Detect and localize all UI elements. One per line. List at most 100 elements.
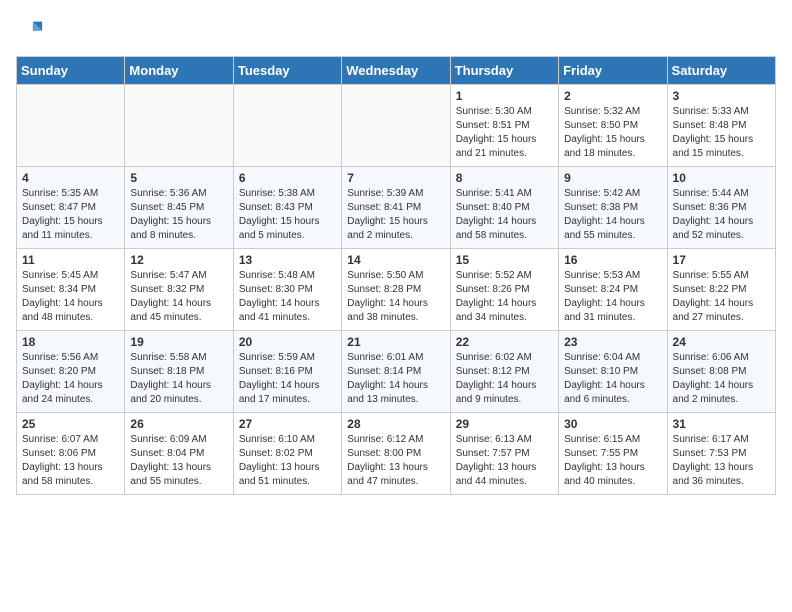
calendar-cell: 25Sunrise: 6:07 AM Sunset: 8:06 PM Dayli… <box>17 413 125 495</box>
day-info: Sunrise: 6:07 AM Sunset: 8:06 PM Dayligh… <box>22 433 119 489</box>
day-info: Sunrise: 5:42 AM Sunset: 8:38 PM Dayligh… <box>564 187 661 243</box>
day-number: 21 <box>347 335 444 349</box>
calendar-cell: 19 Sunrise: 5:58 AM Sunset: 8:18 PM Dayli… <box>125 331 233 413</box>
day-info: Sunrise: 5:35 AM Sunset: 8:47 PM Dayligh… <box>22 187 119 243</box>
calendar-cell: 9 Sunrise: 5:42 AM Sunset: 8:38 PM Daylig… <box>559 167 667 249</box>
day-info: Sunrise: 6:15 AM Sunset: 7:55 PM Dayligh… <box>564 433 661 489</box>
day-number: 7 <box>347 171 444 185</box>
weekday-header: Thursday <box>450 57 558 85</box>
day-info: Sunrise: 6:01 AM Sunset: 8:14 PM Dayligh… <box>347 351 444 407</box>
logo <box>16 16 48 44</box>
day-info: Sunrise: 5:45 AM Sunset: 8:34 PM Dayligh… <box>22 269 119 325</box>
calendar-cell: 8 Sunrise: 5:41 AM Sunset: 8:40 PM Daylig… <box>450 167 558 249</box>
calendar-cell <box>125 85 233 167</box>
day-number: 12 <box>130 253 227 267</box>
calendar-cell: 20 Sunrise: 5:59 AM Sunset: 8:16 PM Dayli… <box>233 331 341 413</box>
day-number: 23 <box>564 335 661 349</box>
calendar-cell: 16Sunrise: 5:53 AM Sunset: 8:24 PM Dayli… <box>559 249 667 331</box>
calendar-week-row: 11 Sunrise: 5:45 AM Sunset: 8:34 PM Dayli… <box>17 249 776 331</box>
day-number: 11 <box>22 253 119 267</box>
calendar-cell <box>17 85 125 167</box>
day-info: Sunrise: 5:30 AM Sunset: 8:51 PM Dayligh… <box>456 105 553 161</box>
weekday-header: Tuesday <box>233 57 341 85</box>
day-info: Sunrise: 6:12 AM Sunset: 8:00 PM Dayligh… <box>347 433 444 489</box>
calendar-cell: 15 Sunrise: 5:52 AM Sunset: 8:26 PM Dayli… <box>450 249 558 331</box>
day-info: Sunrise: 5:55 AM Sunset: 8:22 PM Dayligh… <box>673 269 770 325</box>
day-info: Sunrise: 6:10 AM Sunset: 8:02 PM Dayligh… <box>239 433 336 489</box>
day-info: Sunrise: 5:52 AM Sunset: 8:26 PM Dayligh… <box>456 269 553 325</box>
calendar-cell <box>342 85 450 167</box>
weekday-header: Saturday <box>667 57 775 85</box>
day-info: Sunrise: 5:47 AM Sunset: 8:32 PM Dayligh… <box>130 269 227 325</box>
day-info: Sunrise: 6:02 AM Sunset: 8:12 PM Dayligh… <box>456 351 553 407</box>
day-info: Sunrise: 5:36 AM Sunset: 8:45 PM Dayligh… <box>130 187 227 243</box>
weekday-header: Wednesday <box>342 57 450 85</box>
day-number: 28 <box>347 417 444 431</box>
calendar-table: SundayMondayTuesdayWednesdayThursdayFrid… <box>16 56 776 495</box>
weekday-header: Monday <box>125 57 233 85</box>
day-info: Sunrise: 6:04 AM Sunset: 8:10 PM Dayligh… <box>564 351 661 407</box>
day-number: 3 <box>673 89 770 103</box>
day-number: 9 <box>564 171 661 185</box>
day-number: 16 <box>564 253 661 267</box>
calendar-cell: 22 Sunrise: 6:02 AM Sunset: 8:12 PM Dayli… <box>450 331 558 413</box>
day-number: 27 <box>239 417 336 431</box>
day-number: 17 <box>673 253 770 267</box>
calendar-cell: 31 Sunrise: 6:17 AM Sunset: 7:53 PM Dayli… <box>667 413 775 495</box>
day-info: Sunrise: 5:41 AM Sunset: 8:40 PM Dayligh… <box>456 187 553 243</box>
day-number: 2 <box>564 89 661 103</box>
calendar-cell <box>233 85 341 167</box>
calendar-week-row: 25Sunrise: 6:07 AM Sunset: 8:06 PM Dayli… <box>17 413 776 495</box>
calendar-week-row: 4 Sunrise: 5:35 AM Sunset: 8:47 PM Daylig… <box>17 167 776 249</box>
calendar-cell: 4 Sunrise: 5:35 AM Sunset: 8:47 PM Daylig… <box>17 167 125 249</box>
calendar-cell: 12 Sunrise: 5:47 AM Sunset: 8:32 PM Dayli… <box>125 249 233 331</box>
day-info: Sunrise: 5:44 AM Sunset: 8:36 PM Dayligh… <box>673 187 770 243</box>
day-info: Sunrise: 5:56 AM Sunset: 8:20 PM Dayligh… <box>22 351 119 407</box>
calendar-week-row: 1 Sunrise: 5:30 AM Sunset: 8:51 PM Daylig… <box>17 85 776 167</box>
calendar-cell: 29Sunrise: 6:13 AM Sunset: 7:57 PM Dayli… <box>450 413 558 495</box>
day-number: 26 <box>130 417 227 431</box>
calendar-cell: 17 Sunrise: 5:55 AM Sunset: 8:22 PM Dayli… <box>667 249 775 331</box>
calendar-cell: 23 Sunrise: 6:04 AM Sunset: 8:10 PM Dayli… <box>559 331 667 413</box>
day-number: 14 <box>347 253 444 267</box>
day-number: 19 <box>130 335 227 349</box>
calendar-cell: 10 Sunrise: 5:44 AM Sunset: 8:36 PM Dayli… <box>667 167 775 249</box>
calendar-cell: 27 Sunrise: 6:10 AM Sunset: 8:02 PM Dayli… <box>233 413 341 495</box>
day-number: 6 <box>239 171 336 185</box>
calendar-week-row: 18Sunrise: 5:56 AM Sunset: 8:20 PM Dayli… <box>17 331 776 413</box>
day-number: 13 <box>239 253 336 267</box>
calendar-body: 1 Sunrise: 5:30 AM Sunset: 8:51 PM Daylig… <box>17 85 776 495</box>
calendar-cell: 24 Sunrise: 6:06 AM Sunset: 8:08 PM Dayli… <box>667 331 775 413</box>
day-info: Sunrise: 6:17 AM Sunset: 7:53 PM Dayligh… <box>673 433 770 489</box>
day-number: 22 <box>456 335 553 349</box>
day-number: 15 <box>456 253 553 267</box>
calendar-cell: 1 Sunrise: 5:30 AM Sunset: 8:51 PM Daylig… <box>450 85 558 167</box>
day-info: Sunrise: 5:59 AM Sunset: 8:16 PM Dayligh… <box>239 351 336 407</box>
day-number: 29 <box>456 417 553 431</box>
weekday-header: Sunday <box>17 57 125 85</box>
day-number: 1 <box>456 89 553 103</box>
calendar-cell: 2Sunrise: 5:32 AM Sunset: 8:50 PM Daylig… <box>559 85 667 167</box>
calendar-header-row: SundayMondayTuesdayWednesdayThursdayFrid… <box>17 57 776 85</box>
calendar-cell: 3 Sunrise: 5:33 AM Sunset: 8:48 PM Daylig… <box>667 85 775 167</box>
calendar-cell: 14 Sunrise: 5:50 AM Sunset: 8:28 PM Dayli… <box>342 249 450 331</box>
day-info: Sunrise: 5:38 AM Sunset: 8:43 PM Dayligh… <box>239 187 336 243</box>
day-number: 31 <box>673 417 770 431</box>
calendar-cell: 11 Sunrise: 5:45 AM Sunset: 8:34 PM Dayli… <box>17 249 125 331</box>
day-number: 24 <box>673 335 770 349</box>
day-info: Sunrise: 6:06 AM Sunset: 8:08 PM Dayligh… <box>673 351 770 407</box>
day-number: 5 <box>130 171 227 185</box>
day-info: Sunrise: 5:39 AM Sunset: 8:41 PM Dayligh… <box>347 187 444 243</box>
day-number: 8 <box>456 171 553 185</box>
logo-icon <box>16 16 44 44</box>
calendar-cell: 21 Sunrise: 6:01 AM Sunset: 8:14 PM Dayli… <box>342 331 450 413</box>
day-info: Sunrise: 5:33 AM Sunset: 8:48 PM Dayligh… <box>673 105 770 161</box>
day-number: 10 <box>673 171 770 185</box>
calendar-cell: 5 Sunrise: 5:36 AM Sunset: 8:45 PM Daylig… <box>125 167 233 249</box>
day-number: 20 <box>239 335 336 349</box>
day-number: 4 <box>22 171 119 185</box>
day-info: Sunrise: 5:50 AM Sunset: 8:28 PM Dayligh… <box>347 269 444 325</box>
weekday-header: Friday <box>559 57 667 85</box>
day-info: Sunrise: 5:58 AM Sunset: 8:18 PM Dayligh… <box>130 351 227 407</box>
calendar-cell: 18Sunrise: 5:56 AM Sunset: 8:20 PM Dayli… <box>17 331 125 413</box>
